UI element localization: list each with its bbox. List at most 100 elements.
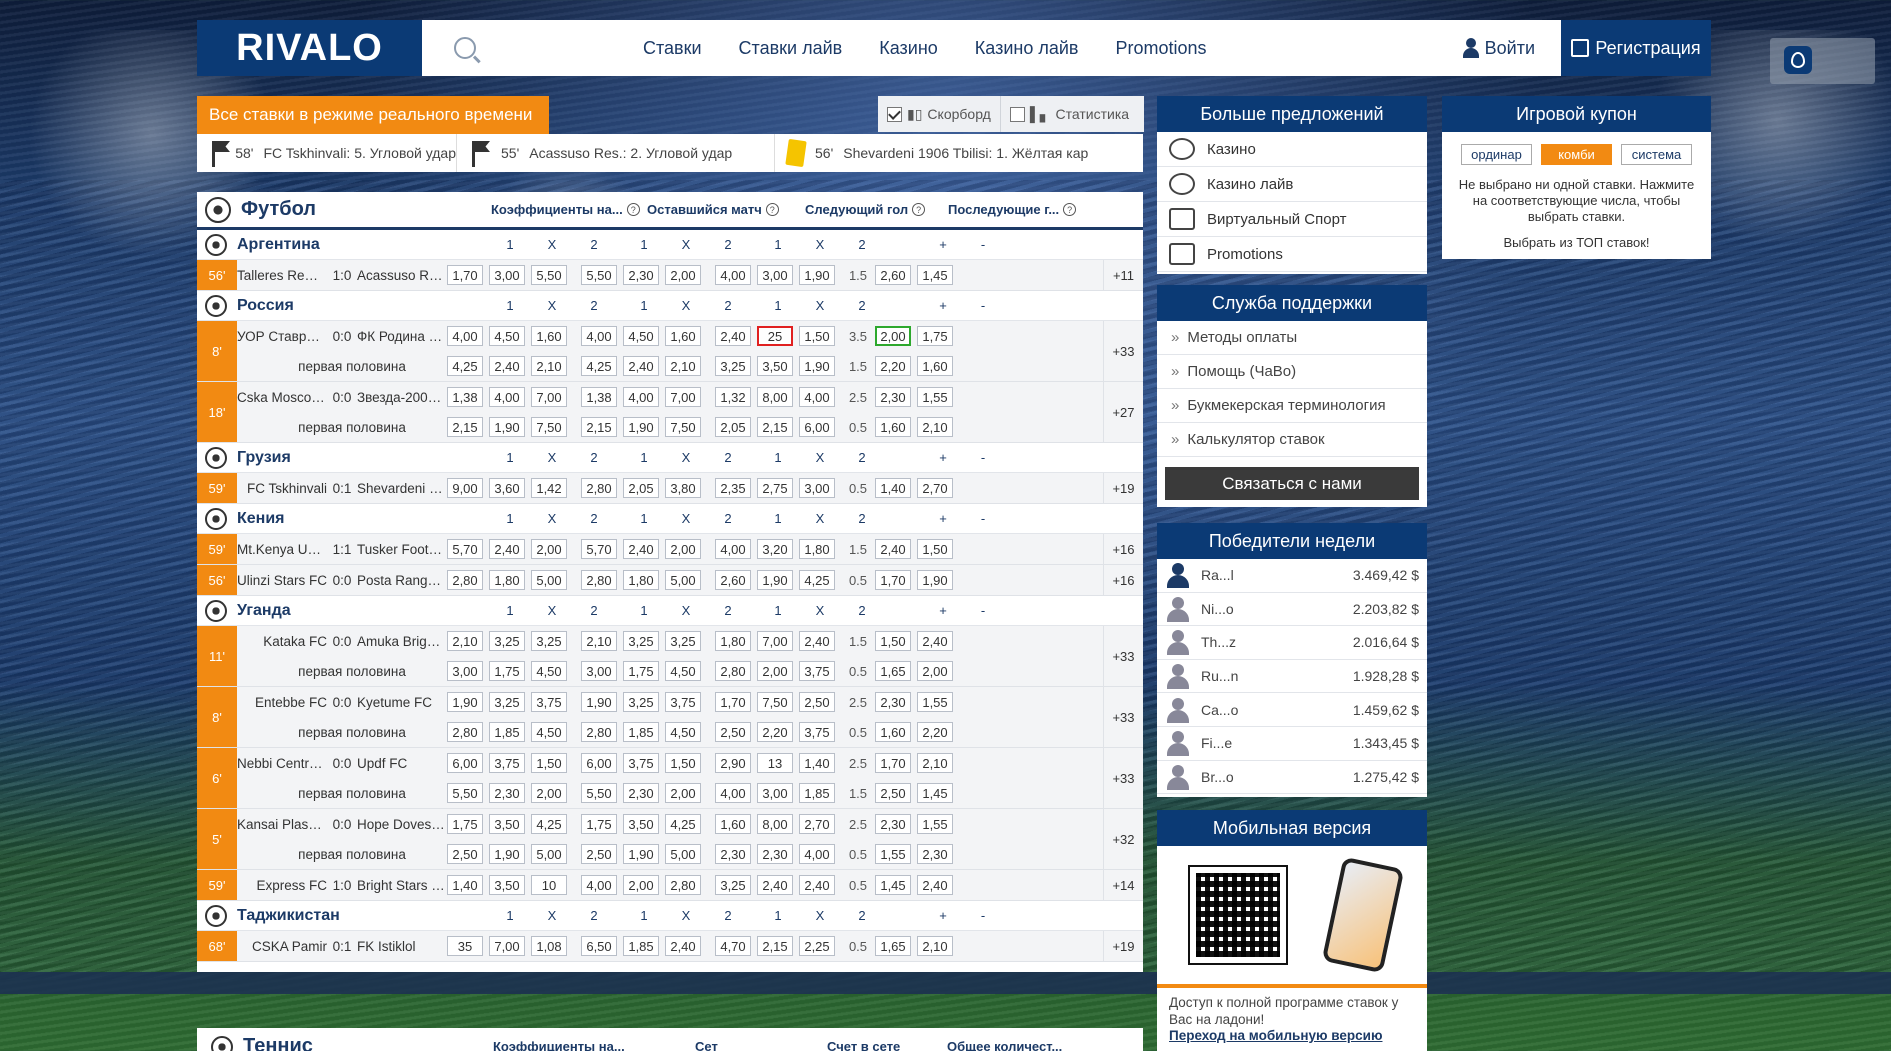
odds-button[interactable]: 2,00 xyxy=(875,326,911,346)
odds-button[interactable]: 1,90 xyxy=(799,356,835,376)
odds-button[interactable]: 2,40 xyxy=(665,936,701,956)
odds-button[interactable]: 3,25 xyxy=(489,692,525,712)
odds-button[interactable]: 1,80 xyxy=(715,631,751,651)
mobile-link[interactable]: Переход на мобильную версию xyxy=(1157,1028,1427,1043)
odds-button[interactable]: 1,50 xyxy=(665,753,701,773)
odds-button[interactable]: 3,25 xyxy=(665,631,701,651)
odds-button[interactable]: 5,50 xyxy=(581,783,617,803)
offer-casino[interactable]: Казино xyxy=(1157,132,1427,167)
odds-button[interactable]: 2,30 xyxy=(757,844,793,864)
support-faq[interactable]: » Помощь (ЧаВо) xyxy=(1157,355,1427,389)
odds-button[interactable]: 25 xyxy=(757,326,793,346)
odds-button[interactable]: 1,90 xyxy=(799,265,835,285)
odds-button[interactable]: 1,60 xyxy=(917,356,953,376)
odds-button[interactable]: 1,75 xyxy=(489,661,525,681)
odds-button[interactable]: 2,10 xyxy=(917,753,953,773)
odds-button[interactable]: 1,85 xyxy=(623,936,659,956)
odds-button[interactable]: 4,00 xyxy=(799,844,835,864)
odds-button[interactable]: 2,15 xyxy=(757,417,793,437)
odds-button[interactable]: 4,25 xyxy=(799,570,835,590)
odds-button[interactable]: 1,90 xyxy=(623,417,659,437)
odds-button[interactable]: 2,40 xyxy=(799,875,835,895)
league-header[interactable]: Россия 1 X 2 1 X 2 1 X 2 + - xyxy=(197,291,1143,321)
odds-button[interactable]: 2,70 xyxy=(799,814,835,834)
odds-button[interactable]: 4,50 xyxy=(489,326,525,346)
odds-button[interactable]: 2,80 xyxy=(581,722,617,742)
odds-button[interactable]: 1,60 xyxy=(715,814,751,834)
odds-button[interactable]: 1,75 xyxy=(917,326,953,346)
odds-button[interactable]: 3,75 xyxy=(665,692,701,712)
odds-button[interactable]: 2,30 xyxy=(917,844,953,864)
odds-button[interactable]: 2,05 xyxy=(715,417,751,437)
odds-button[interactable]: 2,75 xyxy=(757,478,793,498)
checkbox-icon[interactable] xyxy=(1009,106,1025,122)
odds-button[interactable]: 2,10 xyxy=(447,631,483,651)
odds-button[interactable]: 3,25 xyxy=(489,631,525,651)
odds-button[interactable]: 2,00 xyxy=(757,661,793,681)
odds-button[interactable]: 1,70 xyxy=(875,753,911,773)
odds-button[interactable]: 1,75 xyxy=(623,661,659,681)
odds-button[interactable]: 7,00 xyxy=(489,936,525,956)
odds-button[interactable]: 1,70 xyxy=(447,265,483,285)
odds-button[interactable]: 2,80 xyxy=(581,478,617,498)
help-icon[interactable]: ? xyxy=(765,203,779,216)
odds-button[interactable]: 4,00 xyxy=(623,387,659,407)
odds-button[interactable]: 1,55 xyxy=(875,844,911,864)
odds-button[interactable]: 3,75 xyxy=(799,661,835,681)
more-markets-link[interactable]: +16 xyxy=(1103,534,1143,564)
league-header[interactable]: Кения 1 X 2 1 X 2 1 X 2 + - xyxy=(197,504,1143,534)
odds-button[interactable]: 1,65 xyxy=(875,936,911,956)
odds-button[interactable]: 2,40 xyxy=(917,875,953,895)
odds-button[interactable]: 6,50 xyxy=(581,936,617,956)
odds-button[interactable]: 6,00 xyxy=(447,753,483,773)
odds-button[interactable]: 5,00 xyxy=(665,570,701,590)
odds-button[interactable]: 2,15 xyxy=(447,417,483,437)
odds-button[interactable]: 1,70 xyxy=(875,570,911,590)
odds-button[interactable]: 4,50 xyxy=(623,326,659,346)
odds-button[interactable]: 2,00 xyxy=(531,783,567,803)
odds-button[interactable]: 4,00 xyxy=(715,265,751,285)
odds-button[interactable]: 2,30 xyxy=(623,783,659,803)
odds-button[interactable]: 1,80 xyxy=(623,570,659,590)
odds-button[interactable]: 4,25 xyxy=(581,356,617,376)
odds-button[interactable]: 4,25 xyxy=(665,814,701,834)
odds-button[interactable]: 7,00 xyxy=(531,387,567,407)
odds-button[interactable]: 2,40 xyxy=(489,539,525,559)
odds-button[interactable]: 1,40 xyxy=(875,478,911,498)
more-markets-link[interactable]: +19 xyxy=(1103,931,1143,961)
odds-button[interactable]: 1,55 xyxy=(917,387,953,407)
odds-button[interactable]: 2,50 xyxy=(715,722,751,742)
odds-button[interactable]: 5,70 xyxy=(447,539,483,559)
more-markets-link[interactable]: +16 xyxy=(1103,565,1143,595)
tab-combo[interactable]: комби xyxy=(1541,144,1612,165)
odds-button[interactable]: 5,00 xyxy=(665,844,701,864)
nav-casino[interactable]: Казино xyxy=(879,38,938,59)
odds-button[interactable]: 2,50 xyxy=(447,844,483,864)
ticker-item[interactable]: 55' Acassuso Res.: 2. Угловой удар xyxy=(457,134,775,172)
odds-button[interactable]: 2,30 xyxy=(875,692,911,712)
odds-button[interactable]: 4,50 xyxy=(665,722,701,742)
odds-button[interactable]: 1,90 xyxy=(447,692,483,712)
odds-button[interactable]: 10 xyxy=(531,875,567,895)
league-header[interactable]: Грузия 1 X 2 1 X 2 1 X 2 + - xyxy=(197,443,1143,473)
odds-button[interactable]: 3,75 xyxy=(799,722,835,742)
odds-button[interactable]: 4,00 xyxy=(489,387,525,407)
odds-button[interactable]: 3,80 xyxy=(665,478,701,498)
odds-button[interactable]: 1,45 xyxy=(917,783,953,803)
odds-button[interactable]: 2,10 xyxy=(917,417,953,437)
more-markets-link[interactable]: +32 xyxy=(1103,809,1143,869)
odds-button[interactable]: 2,15 xyxy=(581,417,617,437)
support-payment-methods[interactable]: » Методы оплаты xyxy=(1157,321,1427,355)
odds-button[interactable]: 5,50 xyxy=(447,783,483,803)
odds-button[interactable]: 2,40 xyxy=(757,875,793,895)
odds-button[interactable]: 3,25 xyxy=(623,631,659,651)
odds-button[interactable]: 2,10 xyxy=(665,356,701,376)
more-markets-link[interactable]: +14 xyxy=(1103,870,1143,900)
odds-button[interactable]: 1,80 xyxy=(799,539,835,559)
odds-button[interactable]: 4,50 xyxy=(665,661,701,681)
odds-button[interactable]: 2,00 xyxy=(531,539,567,559)
odds-button[interactable]: 3,25 xyxy=(623,692,659,712)
odds-button[interactable]: 1,45 xyxy=(875,875,911,895)
league-header[interactable]: Аргентина 1 X 2 1 X 2 1 X 2 + - xyxy=(197,230,1143,260)
odds-button[interactable]: 3,25 xyxy=(531,631,567,651)
